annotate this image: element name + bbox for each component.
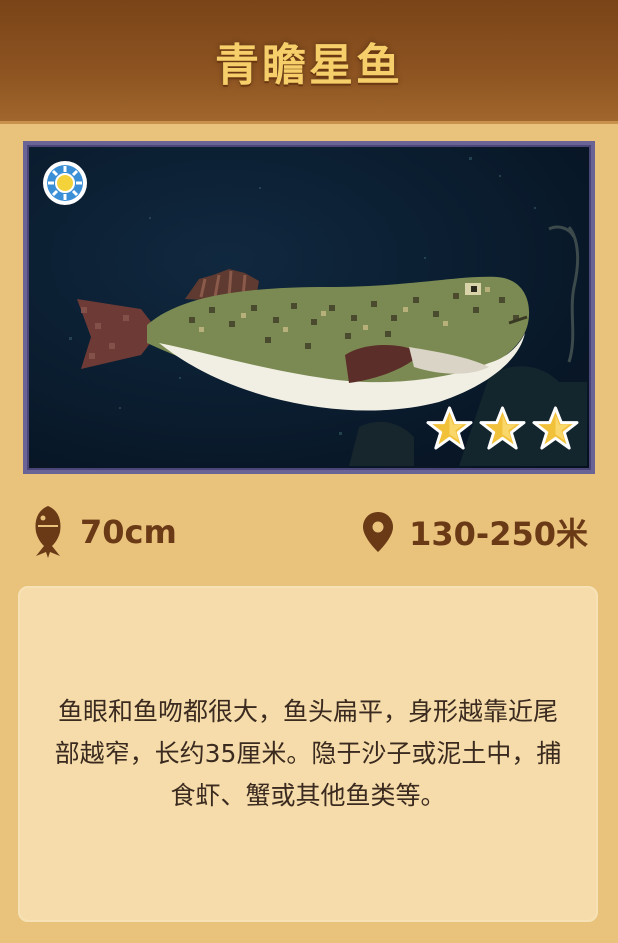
rarity-stars (426, 405, 579, 452)
size-stat: 70cm (30, 500, 177, 564)
fish-image (29, 147, 589, 468)
fish-image-frame (23, 141, 595, 474)
depth-value: 130-250米 (409, 515, 588, 553)
description-box: 鱼眼和鱼吻都很大，鱼头扁平，身形越靠近尾部越窄，长约35厘米。隐于沙子或泥土中，… (18, 586, 598, 922)
fish-name-title: 青瞻星鱼 (215, 39, 403, 91)
fish-stats: 70cm 130-250米 (0, 500, 618, 564)
location-pin-icon (363, 512, 394, 552)
fish-icon (35, 506, 61, 558)
fish-card: 青瞻星鱼 70cm 130-250米 鱼眼和鱼吻都很大，鱼头扁平，身形越靠近尾部… (0, 0, 618, 943)
sun-icon (43, 161, 87, 205)
star-icon (532, 406, 579, 450)
depth-stat: 130-250米 (361, 500, 588, 564)
size-value: 70cm (80, 513, 177, 551)
star-icon (426, 406, 473, 450)
star-icon (479, 406, 526, 450)
description-text: 鱼眼和鱼吻都很大，鱼头扁平，身形越靠近尾部越窄，长约35厘米。隐于沙子或泥土中，… (54, 697, 562, 810)
card-header: 青瞻星鱼 (0, 0, 618, 124)
